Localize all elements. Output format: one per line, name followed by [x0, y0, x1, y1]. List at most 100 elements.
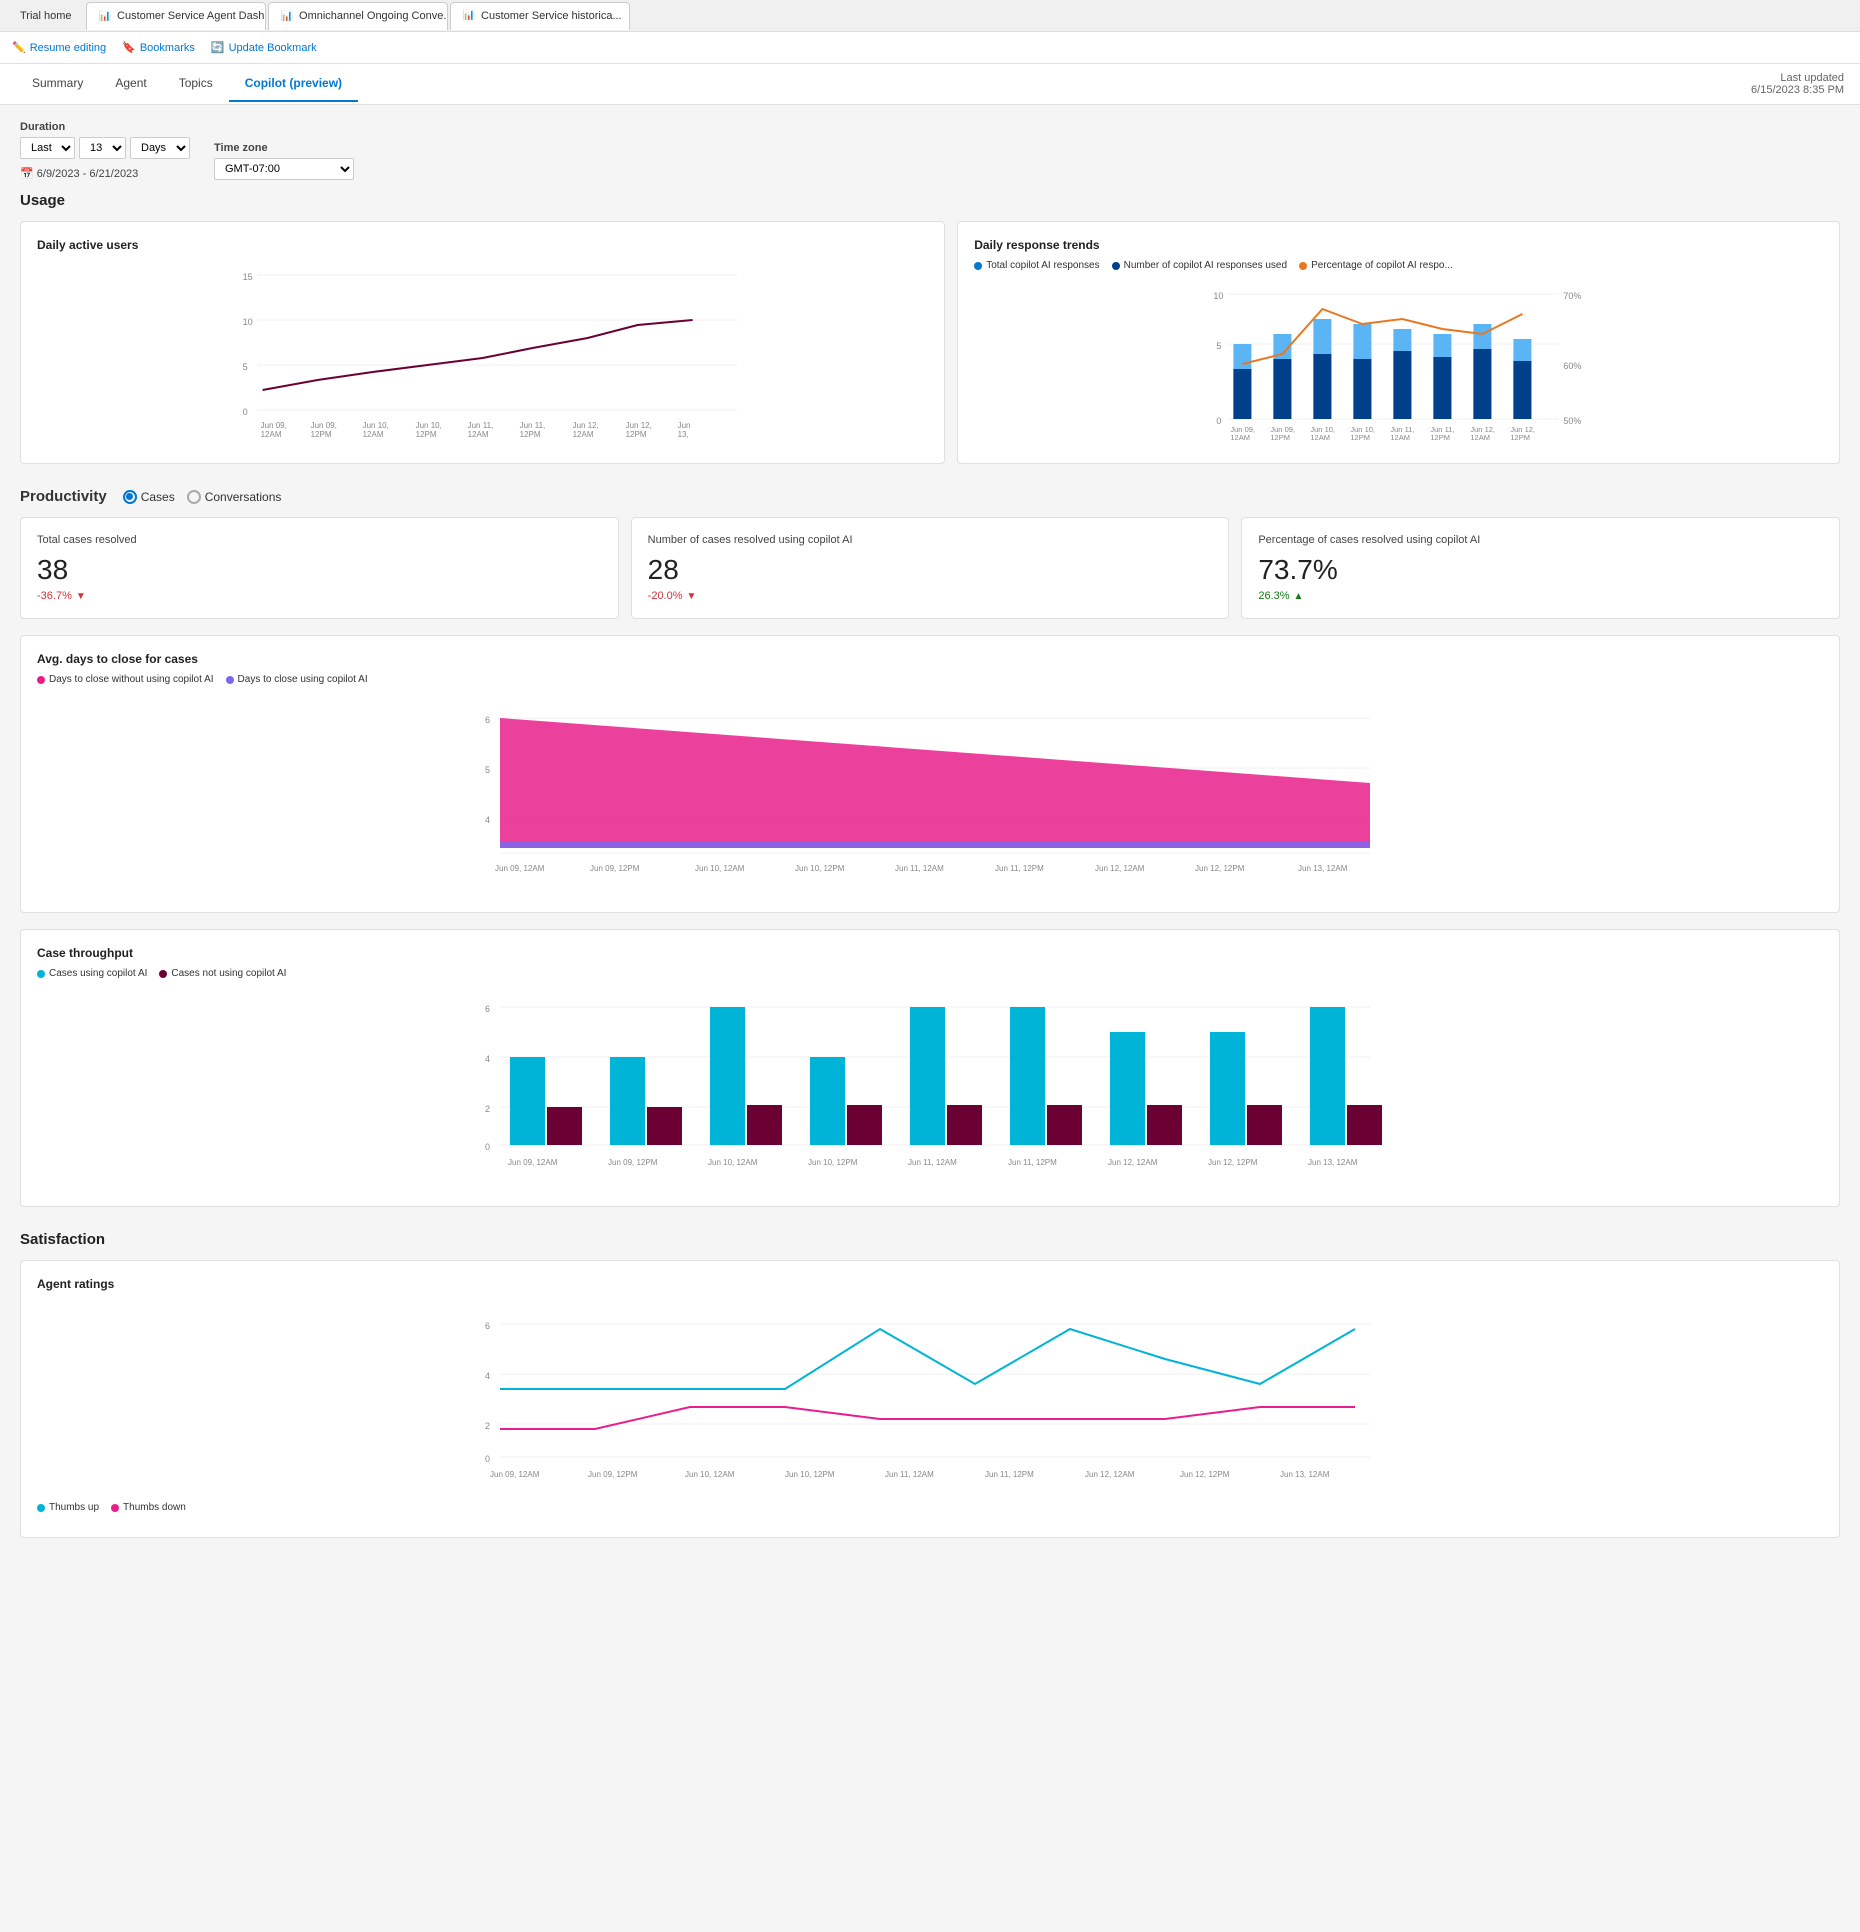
tab-topics[interactable]: Topics	[163, 66, 229, 102]
tab-customer-service-dash[interactable]: 📊 Customer Service Agent Dash ...	[86, 2, 266, 30]
metric-total-cases-change-value: -36.7%	[37, 590, 72, 602]
svg-text:12AM: 12AM	[1391, 433, 1411, 442]
tab-agent[interactable]: Agent	[99, 66, 162, 102]
date-range: 📅 6/9/2023 - 6/21/2023	[20, 167, 190, 180]
svg-text:Jun 10,: Jun 10,	[363, 421, 389, 430]
svg-text:4: 4	[485, 1371, 490, 1381]
legend-label-total: Total copilot AI responses	[986, 260, 1099, 271]
legend-dot-without	[37, 676, 45, 684]
avg-days-chart: 6 5 4 Jun 09, 12AM Jun 09, 12PM Jun 10,	[37, 693, 1823, 896]
tab-omnichannel[interactable]: 📊 Omnichannel Ongoing Conve...	[268, 2, 448, 30]
productivity-radio-group: Cases Conversations	[123, 490, 282, 504]
productivity-section: Productivity Cases Conversations Total c…	[20, 488, 1840, 1207]
legend-label-copilot-cases: Cases using copilot AI	[49, 968, 147, 979]
throughput-legend: Cases using copilot AI Cases not using c…	[37, 968, 1823, 979]
nav-tabs: Summary Agent Topics Copilot (preview)	[16, 66, 358, 102]
tab-trial-home[interactable]: Trial home	[8, 2, 84, 30]
svg-text:Jun 11, 12PM: Jun 11, 12PM	[995, 864, 1044, 873]
svg-text:12PM: 12PM	[311, 430, 332, 439]
legend-percentage: Percentage of copilot AI respo...	[1299, 260, 1453, 271]
svg-text:Jun 10, 12AM: Jun 10, 12AM	[708, 1158, 758, 1167]
legend-label-non-copilot: Cases not using copilot AI	[171, 968, 286, 979]
svg-text:Jun 11,: Jun 11,	[520, 421, 546, 430]
avg-days-title: Avg. days to close for cases	[37, 652, 1823, 666]
svg-text:Jun 09, 12AM: Jun 09, 12AM	[495, 864, 545, 873]
svg-text:Jun 12,: Jun 12,	[573, 421, 599, 430]
svg-text:12AM: 12AM	[1471, 433, 1491, 442]
svg-text:12PM: 12PM	[416, 430, 437, 439]
svg-text:5: 5	[1217, 341, 1222, 351]
timezone-label: Time zone	[214, 142, 354, 154]
svg-text:10: 10	[1214, 291, 1224, 301]
svg-text:Jun 12,: Jun 12,	[626, 421, 652, 430]
radio-cases[interactable]: Cases	[123, 490, 175, 504]
productivity-title: Productivity	[20, 488, 107, 505]
legend-without-copilot: Days to close without using copilot AI	[37, 674, 214, 685]
filter-row: Duration Last 13 Days 📅 6/9/2023 - 6/21/…	[20, 121, 1840, 180]
tab-copilot[interactable]: Copilot (preview)	[229, 66, 358, 102]
svg-text:Jun 10, 12PM: Jun 10, 12PM	[785, 1470, 835, 1479]
svg-text:0: 0	[243, 407, 248, 417]
metric-pct-copilot: Percentage of cases resolved using copil…	[1241, 517, 1840, 619]
radio-conversations[interactable]: Conversations	[187, 490, 282, 504]
toolbar: ✏️ Resume editing 🔖 Bookmarks 🔄 Update B…	[0, 32, 1860, 64]
svg-text:Jun 09, 12PM: Jun 09, 12PM	[588, 1470, 638, 1479]
satisfaction-card: Agent ratings 6 4 2 0	[20, 1260, 1840, 1538]
svg-text:12PM: 12PM	[1271, 433, 1291, 442]
tab-historical-label: Customer Service historica...	[481, 10, 622, 22]
satisfaction-section: Satisfaction Agent ratings 6 4 2 0	[20, 1231, 1840, 1538]
response-trends-chart: 10 5 0 70% 60% 50%	[974, 279, 1823, 447]
legend-dot-thumbs-up	[37, 1504, 45, 1512]
last-updated-label: Last updated	[1751, 72, 1844, 84]
svg-text:10: 10	[243, 317, 253, 327]
tab-historical[interactable]: 📊 Customer Service historica... ✕	[450, 2, 630, 30]
productivity-header: Productivity Cases Conversations	[20, 488, 1840, 505]
svg-text:Jun 10, 12PM: Jun 10, 12PM	[808, 1158, 858, 1167]
svg-text:12PM: 12PM	[626, 430, 647, 439]
svg-text:2: 2	[485, 1421, 490, 1431]
svg-text:12PM: 12PM	[1511, 433, 1531, 442]
nav-area: Summary Agent Topics Copilot (preview) L…	[0, 64, 1860, 105]
svg-text:Jun 10, 12PM: Jun 10, 12PM	[795, 864, 845, 873]
svg-text:Jun 13, 12AM: Jun 13, 12AM	[1308, 1158, 1358, 1167]
resume-editing-button[interactable]: ✏️ Resume editing	[12, 41, 106, 54]
svg-text:12PM: 12PM	[1351, 433, 1371, 442]
duration-preset-select[interactable]: Last	[20, 137, 75, 159]
last-updated-value: 6/15/2023 8:35 PM	[1751, 84, 1844, 96]
bookmarks-button[interactable]: 🔖 Bookmarks	[122, 41, 195, 54]
update-bookmark-button[interactable]: 🔄 Update Bookmark	[211, 41, 317, 54]
legend-dot-non-copilot	[159, 970, 167, 978]
legend-dot-used	[1112, 262, 1120, 270]
svg-text:Jun 10, 12AM: Jun 10, 12AM	[695, 864, 745, 873]
svg-text:5: 5	[485, 765, 490, 775]
svg-text:Jun 09, 12PM: Jun 09, 12PM	[590, 864, 640, 873]
throughput-card: Case throughput Cases using copilot AI C…	[20, 929, 1840, 1207]
daily-active-users-chart: 15 10 5 0 Jun 09, 12AM J	[37, 260, 928, 443]
refresh-icon: 🔄	[211, 41, 225, 54]
avg-days-legend: Days to close without using copilot AI D…	[37, 674, 1823, 685]
tab-customer-service-dash-label: Customer Service Agent Dash ...	[117, 10, 266, 22]
duration-unit-select[interactable]: Days	[130, 137, 190, 159]
svg-text:Jun 11, 12AM: Jun 11, 12AM	[908, 1158, 957, 1167]
svg-text:Jun 12, 12AM: Jun 12, 12AM	[1095, 864, 1145, 873]
svg-text:6: 6	[485, 1321, 490, 1331]
tab-summary[interactable]: Summary	[16, 66, 99, 102]
legend-label-without: Days to close without using copilot AI	[49, 674, 214, 685]
timezone-select[interactable]: GMT-07:00	[214, 158, 354, 180]
svg-text:Jun 11, 12AM: Jun 11, 12AM	[895, 864, 944, 873]
svg-text:4: 4	[485, 1054, 490, 1064]
duration-value-select[interactable]: 13	[79, 137, 126, 159]
up-arrow-icon: ▲	[1294, 591, 1304, 602]
svg-text:Jun 12, 12PM: Jun 12, 12PM	[1180, 1470, 1230, 1479]
svg-text:60%: 60%	[1564, 361, 1582, 371]
bookmark-icon: 🔖	[122, 41, 136, 54]
daily-active-users-card: Daily active users 15 10 5 0	[20, 221, 945, 464]
svg-text:Jun 11,: Jun 11,	[468, 421, 494, 430]
metric-copilot-cases-change: -20.0% ▼	[648, 590, 1213, 602]
svg-text:Jun 09,: Jun 09,	[261, 421, 287, 430]
legend-label-with: Days to close using copilot AI	[238, 674, 368, 685]
svg-text:Jun 09, 12AM: Jun 09, 12AM	[490, 1470, 540, 1479]
svg-text:Jun 12, 12PM: Jun 12, 12PM	[1195, 864, 1245, 873]
agent-ratings-title: Agent ratings	[37, 1277, 1823, 1291]
legend-label-thumbs-up: Thumbs up	[49, 1502, 99, 1513]
